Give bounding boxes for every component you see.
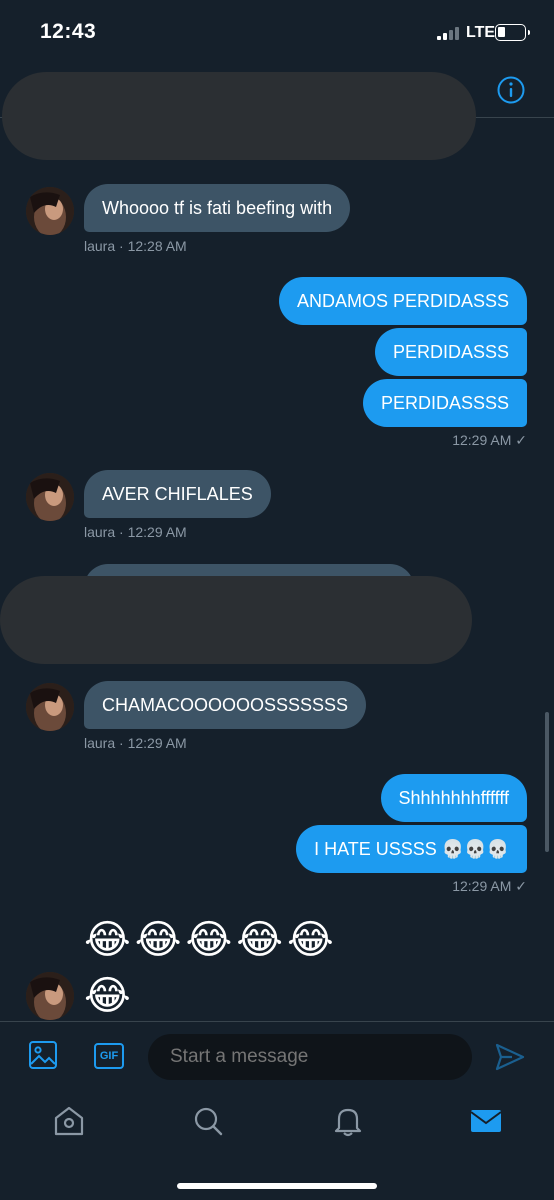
mail-icon[interactable] [469, 1104, 503, 1138]
network-label: LTE [466, 24, 496, 41]
message-composer: GIF [0, 1021, 554, 1091]
status-bar: 12:43 LTE [0, 0, 554, 64]
avatar[interactable] [26, 683, 74, 731]
message-input[interactable] [148, 1034, 472, 1080]
gif-icon[interactable]: GIF [94, 1043, 124, 1069]
send-icon[interactable] [494, 1041, 526, 1073]
message-bubble[interactable]: PERDIDASSS [374, 328, 527, 376]
status-time: 12:43 [40, 20, 97, 43]
emoji-message[interactable]: 😂 [84, 972, 135, 1020]
message-bubble[interactable]: ANDAMOS PERDIDASSS [278, 277, 527, 325]
message-bubble[interactable]: I HATE USSSS 💀💀💀 [296, 825, 527, 873]
signal-icon [437, 26, 463, 40]
home-indicator [177, 1183, 377, 1189]
bell-icon[interactable] [331, 1104, 365, 1138]
message-bubble[interactable]: AVER CHIFLALES [84, 470, 271, 518]
info-icon[interactable] [496, 75, 526, 105]
avatar[interactable] [26, 187, 74, 235]
message-bubble[interactable]: Shhhhhhhffffff [380, 774, 527, 822]
message-meta: 12:29 AM ✓ [452, 878, 527, 894]
image-icon[interactable] [28, 1040, 58, 1070]
message-bubble[interactable]: Whoooo tf is fati beefing with [84, 184, 351, 232]
emoji-message[interactable]: 😂😂😂😂😂 [84, 916, 338, 964]
battery-icon [495, 24, 530, 41]
avatar[interactable] [26, 972, 74, 1020]
redacted-message [0, 576, 472, 664]
redacted-header-title [2, 72, 476, 160]
message-meta: 12:29 AM ✓ [452, 432, 527, 448]
message-bubble[interactable]: CHAMACOOOOOOSSSSSSS [84, 681, 367, 729]
avatar[interactable] [26, 473, 74, 521]
home-icon[interactable] [52, 1104, 86, 1138]
message-bubble[interactable]: PERDIDASSSS [362, 379, 527, 427]
message-meta: laura · 12:29 AM [84, 524, 187, 540]
scrollbar[interactable] [545, 712, 549, 852]
message-meta: laura · 12:29 AM [84, 735, 187, 751]
message-meta: laura · 12:28 AM [84, 238, 187, 254]
search-icon[interactable] [191, 1104, 225, 1138]
